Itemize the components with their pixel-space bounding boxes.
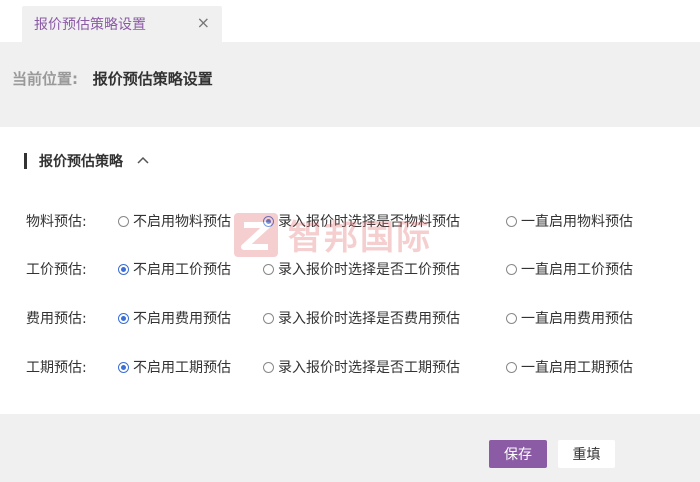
radio-button[interactable] (118, 312, 129, 324)
breadcrumb-current: 报价预估策略设置 (92, 70, 213, 88)
strategy-row-expense: 费用预估: 不启用费用预估 录入报价时选择是否费用预估 一直启用费用预估 (26, 307, 633, 329)
radio-label: 不启用工价预估 (133, 262, 231, 278)
settings-panel: 报价预估策略 物料预估: 不启用物料预估 录入报价时选择是否物料预估 一直启用物… (0, 127, 700, 414)
radio-label: 一直启用工价预估 (521, 262, 633, 278)
radio-button[interactable] (263, 215, 274, 227)
radio-option[interactable]: 录入报价时选择是否物料预估 (263, 211, 506, 231)
radio-button[interactable] (506, 361, 517, 373)
radio-button[interactable] (263, 312, 274, 324)
radio-label: 不启用费用预估 (133, 311, 231, 327)
radio-label: 录入报价时选择是否工期预估 (278, 360, 460, 376)
radio-label: 录入报价时选择是否物料预估 (278, 214, 460, 230)
strategy-row-schedule: 工期预估: 不启用工期预估 录入报价时选择是否工期预估 一直启用工期预估 (26, 356, 633, 378)
radio-option[interactable]: 录入报价时选择是否费用预估 (263, 308, 506, 328)
section-header[interactable]: 报价预估策略 (24, 151, 151, 171)
row-label: 工期预估: (26, 360, 87, 376)
radio-button[interactable] (118, 361, 129, 373)
radio-label: 一直启用工期预估 (521, 360, 633, 376)
radio-label: 一直启用物料预估 (521, 214, 633, 230)
radio-button[interactable] (263, 263, 274, 275)
save-button[interactable]: 保存 (489, 440, 547, 468)
radio-option[interactable]: 录入报价时选择是否工期预估 (263, 357, 506, 377)
radio-option[interactable]: 一直启用物料预估 (506, 211, 633, 231)
radio-label: 不启用物料预估 (133, 214, 231, 230)
radio-button[interactable] (506, 215, 517, 227)
radio-label: 录入报价时选择是否费用预估 (278, 311, 460, 327)
row-label: 物料预估: (26, 214, 87, 230)
radio-option[interactable]: 不启用工期预估 (118, 357, 263, 377)
breadcrumb: 当前位置: 报价预估策略设置 (12, 68, 213, 89)
section-marker (24, 153, 27, 169)
row-label: 费用预估: (26, 311, 87, 327)
radio-option[interactable]: 不启用工价预估 (118, 259, 263, 279)
strategy-row-labor: 工价预估: 不启用工价预估 录入报价时选择是否工价预估 一直启用工价预估 (26, 258, 633, 280)
radio-option[interactable]: 一直启用费用预估 (506, 308, 633, 328)
radio-button[interactable] (506, 312, 517, 324)
radio-label: 不启用工期预估 (133, 360, 231, 376)
tab-strategy-settings[interactable]: 报价预估策略设置 × (22, 6, 222, 42)
breadcrumb-label: 当前位置: (12, 70, 78, 88)
radio-option[interactable]: 不启用物料预估 (118, 211, 263, 231)
radio-button[interactable] (118, 263, 129, 275)
radio-button[interactable] (506, 263, 517, 275)
radio-button[interactable] (263, 361, 274, 373)
tab-bar: 报价预估策略设置 × (0, 0, 700, 42)
radio-option[interactable]: 录入报价时选择是否工价预估 (263, 259, 506, 279)
reset-button[interactable]: 重填 (558, 440, 615, 468)
radio-button[interactable] (118, 215, 129, 227)
radio-option[interactable]: 不启用费用预估 (118, 308, 263, 328)
strategy-row-material: 物料预估: 不启用物料预估 录入报价时选择是否物料预估 一直启用物料预估 (26, 210, 633, 232)
tab-title[interactable]: 报价预估策略设置 (34, 14, 146, 34)
radio-label: 一直启用费用预估 (521, 311, 633, 327)
section-title: 报价预估策略 (39, 154, 123, 170)
radio-option[interactable]: 一直启用工期预估 (506, 357, 633, 377)
row-label: 工价预估: (26, 262, 87, 278)
chevron-up-icon[interactable] (135, 153, 151, 169)
close-icon[interactable]: × (197, 15, 210, 31)
radio-option[interactable]: 一直启用工价预估 (506, 259, 633, 279)
radio-label: 录入报价时选择是否工价预估 (278, 262, 460, 278)
